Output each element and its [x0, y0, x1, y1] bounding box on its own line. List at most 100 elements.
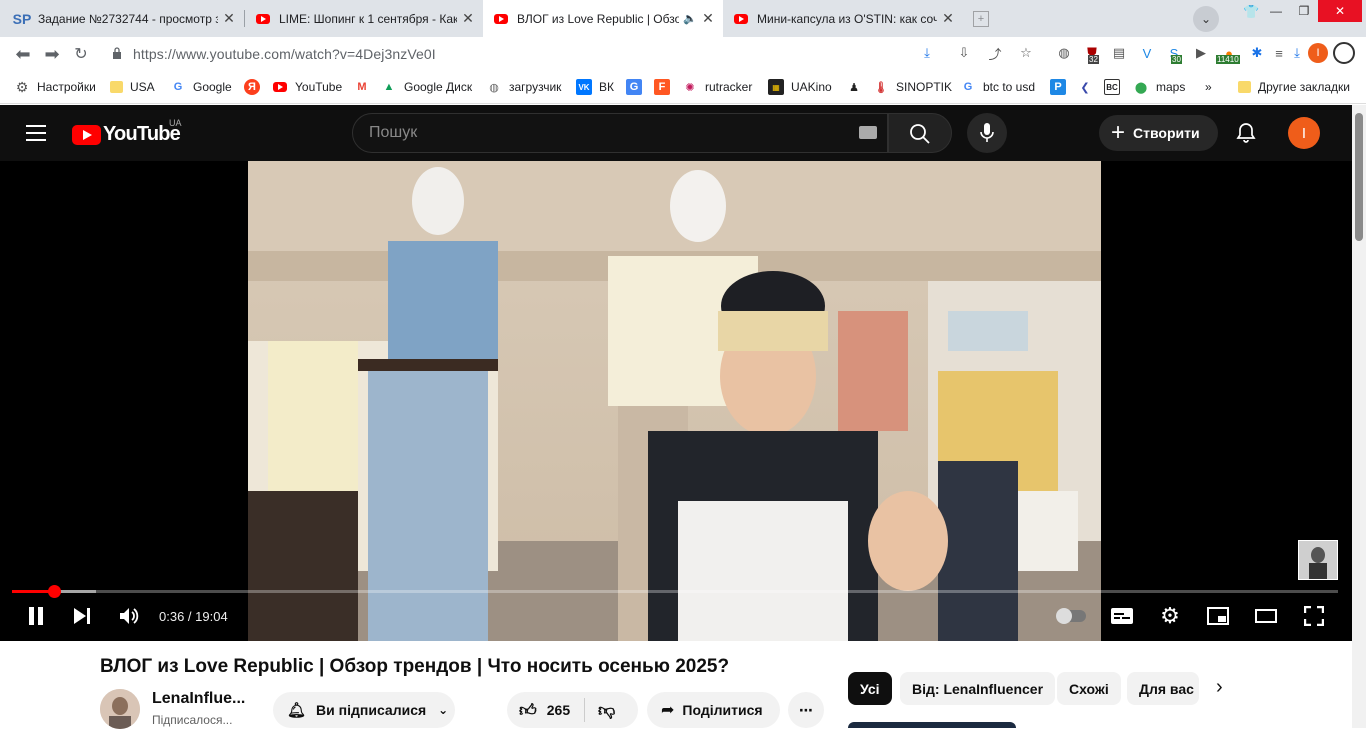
chip-all[interactable]: Усі: [848, 672, 892, 705]
bookmark-youtube[interactable]: YouTube: [272, 78, 342, 96]
video-frame[interactable]: [248, 161, 1101, 641]
close-window-icon[interactable]: ✕: [1318, 0, 1362, 22]
pause-button[interactable]: [24, 603, 48, 629]
forward-button[interactable]: ➡: [41, 43, 63, 65]
bookmark-bc[interactable]: BC: [1104, 78, 1127, 96]
chip-related[interactable]: Схожі: [1057, 672, 1121, 705]
bookmark-maps[interactable]: ⬤ maps: [1133, 78, 1186, 96]
browser-tab-active[interactable]: ВЛОГ из Love Republic | Обзор 🔈 ✕: [483, 0, 723, 37]
volume-button[interactable]: [117, 603, 141, 629]
bookmark-translate[interactable]: G: [626, 78, 649, 96]
miniplayer-button[interactable]: [1206, 603, 1230, 629]
tab-close-icon[interactable]: ✕: [701, 10, 715, 27]
puzzle-icon[interactable]: ✱: [1248, 44, 1266, 62]
v-ext-icon[interactable]: V: [1138, 44, 1156, 62]
tab-close-icon[interactable]: ✕: [222, 10, 236, 27]
bookmark-drive[interactable]: ▲ Google Диск: [381, 78, 473, 96]
bookmark-vk[interactable]: VK ВК: [576, 78, 614, 96]
browser-tab[interactable]: LIME: Шопинг к 1 сентября - Как ✕: [245, 0, 483, 37]
s-ext-icon[interactable]: S 30: [1165, 44, 1183, 64]
tab-close-icon[interactable]: ✕: [941, 10, 955, 27]
minimize-icon[interactable]: —: [1262, 0, 1290, 22]
channel-watermark[interactable]: [1298, 540, 1338, 580]
theater-mode-button[interactable]: [1254, 603, 1278, 629]
page-scrollbar[interactable]: [1352, 105, 1366, 728]
bookmark-loader[interactable]: ◍ загрузчик: [486, 78, 561, 96]
scrubber-knob[interactable]: [48, 585, 61, 598]
more-actions-button[interactable]: ⋯: [788, 692, 824, 728]
fullscreen-button[interactable]: [1302, 603, 1326, 629]
url-field[interactable]: https://www.youtube.com/watch?v=4Dej3nzV…: [133, 42, 436, 66]
bookmark-sinoptik[interactable]: 🌡 SINOPTIK: [873, 78, 952, 96]
bookmark-google[interactable]: G Google: [170, 78, 232, 96]
star-icon[interactable]: ☆: [1017, 44, 1035, 62]
bookmark-usa[interactable]: USA: [110, 78, 155, 96]
youtube-logo[interactable]: YouTube UA: [72, 118, 182, 146]
recommended-thumb-top[interactable]: [848, 722, 1016, 728]
menu-icon[interactable]: [1333, 42, 1355, 64]
hamburger-menu-icon[interactable]: [26, 125, 46, 141]
reload-button[interactable]: ↻: [70, 43, 92, 65]
bookmark-yandex[interactable]: Я: [244, 78, 267, 96]
account-avatar[interactable]: I: [1288, 117, 1320, 149]
tab-search-button[interactable]: ⌄: [1193, 6, 1219, 32]
notifications-bell-icon[interactable]: [1234, 121, 1258, 145]
like-button[interactable]: 👍︎ 265: [507, 698, 585, 722]
ext-icon[interactable]: ▤: [1110, 44, 1128, 62]
search-button[interactable]: [888, 113, 952, 153]
yandex-icon: Я: [244, 79, 260, 95]
bookmark-other[interactable]: Другие закладки: [1238, 78, 1350, 96]
terminal-icon[interactable]: ▶: [1192, 44, 1210, 62]
bookmark-uakino[interactable]: ▦ UAKino: [768, 78, 832, 96]
scrollbar-thumb[interactable]: [1355, 113, 1363, 241]
bookmark-p[interactable]: P: [1050, 78, 1073, 96]
dislike-button[interactable]: 👎︎: [585, 700, 615, 721]
bookmark-gmail[interactable]: M: [354, 78, 377, 96]
downloads-icon[interactable]: ⤓: [1288, 44, 1306, 62]
subscribed-button[interactable]: 🔔︎ Ви підписалися ⌄: [273, 692, 455, 728]
chip-for-you[interactable]: Для вас: [1127, 672, 1199, 705]
bookmark-f[interactable]: F: [654, 78, 677, 96]
subtitles-button[interactable]: [1110, 603, 1134, 629]
youtube-play-icon: [72, 124, 101, 145]
chip-from-channel[interactable]: Від: LenaInfluencer: [900, 672, 1056, 705]
keyboard-icon[interactable]: [859, 126, 877, 139]
create-button[interactable]: + Створити: [1099, 115, 1218, 151]
chips-next-icon[interactable]: ›: [1216, 676, 1236, 702]
browser-tab[interactable]: SP Задание №2732744 - просмотр за ✕: [4, 0, 244, 37]
channel-avatar[interactable]: [100, 689, 140, 729]
tab-close-icon[interactable]: ✕: [461, 10, 475, 27]
globe-ext-icon[interactable]: ◍: [1055, 44, 1073, 62]
autoplay-toggle[interactable]: [1055, 603, 1087, 629]
bookmark-btc[interactable]: Gbtc to usd: [960, 78, 1035, 96]
settings-button[interactable]: ⚙: [1158, 603, 1182, 629]
video-player[interactable]: 0:36 / 19:04 ⚙: [0, 161, 1352, 641]
maximize-icon[interactable]: ❐: [1290, 0, 1318, 22]
queue-icon[interactable]: ≡: [1270, 44, 1288, 62]
share-button[interactable]: ➦ Поділитися: [647, 692, 780, 728]
bookmark-figure[interactable]: ♟: [846, 78, 869, 96]
share-icon[interactable]: ⤴: [986, 44, 1004, 62]
shirt-icon[interactable]: 👕: [1243, 4, 1259, 20]
install-icon[interactable]: ⇩: [955, 44, 973, 62]
new-tab-ghost[interactable]: +: [963, 0, 1105, 37]
bookmark-settings[interactable]: ⚙ Настройки: [14, 78, 96, 96]
back-button[interactable]: ⬅: [12, 43, 34, 65]
progress-bar[interactable]: [12, 585, 1338, 598]
speaker-icon[interactable]: 🔈: [683, 12, 697, 25]
browser-tab[interactable]: Мини-капсула из O'STIN: как соче ✕: [723, 0, 963, 37]
next-button[interactable]: [70, 603, 94, 629]
download-icon[interactable]: ⤓: [918, 44, 936, 62]
search-input[interactable]: Пошук: [352, 113, 888, 153]
ublock-icon[interactable]: ⛊ 32: [1083, 44, 1101, 64]
tab-title: LIME: Шопинг к 1 сентября - Как: [279, 11, 457, 26]
voice-search-button[interactable]: [967, 113, 1007, 153]
profile-avatar[interactable]: I: [1308, 43, 1328, 63]
gear-icon: ⚙: [15, 78, 29, 95]
watermark-image: [1299, 541, 1337, 579]
coin-icon[interactable]: ● 11410: [1216, 44, 1240, 64]
channel-name[interactable]: LenaInflue...: [152, 690, 245, 708]
bookmark-arrow[interactable]: ❮: [1077, 78, 1100, 96]
bookmark-rutracker[interactable]: ✺ rutracker: [682, 78, 752, 96]
bookmarks-overflow[interactable]: »: [1205, 78, 1212, 96]
